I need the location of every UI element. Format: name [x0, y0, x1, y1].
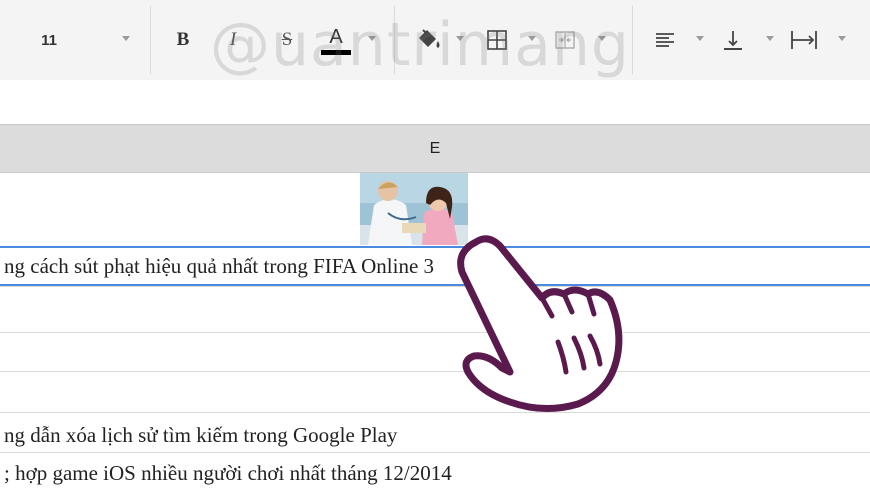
borders-icon	[487, 30, 507, 50]
font-size-value: 11	[41, 31, 57, 49]
text-color-swatch	[321, 49, 351, 55]
table-row[interactable]: ng dẫn xóa lịch sử tìm kiếm trong Google…	[0, 413, 870, 453]
merge-cells-button[interactable]	[548, 22, 582, 58]
cell-text: ; hợp game iOS nhiều người chơi nhất thá…	[4, 461, 452, 485]
horizontal-align-button[interactable]	[648, 22, 682, 58]
vertical-align-caret-icon[interactable]	[766, 36, 774, 41]
borders-caret-icon[interactable]	[528, 36, 536, 41]
italic-label: I	[229, 29, 237, 50]
toolbar-separator	[394, 6, 395, 74]
fill-color-caret-icon[interactable]	[456, 36, 464, 41]
vertical-align-button[interactable]	[716, 22, 750, 58]
align-left-icon	[656, 33, 674, 47]
toolbar-separator	[632, 6, 633, 74]
column-header-label: E	[429, 139, 441, 157]
font-size-caret-icon[interactable]	[122, 36, 130, 41]
horizontal-align-caret-icon[interactable]	[696, 36, 704, 41]
table-row[interactable]	[0, 287, 870, 333]
selected-row-highlight	[0, 246, 870, 286]
blank-area	[0, 80, 870, 124]
merge-cells-icon	[555, 31, 575, 49]
cell-text: ng dẫn xóa lịch sử tìm kiếm trong Google…	[4, 423, 398, 447]
merge-cells-caret-icon[interactable]	[598, 36, 606, 41]
font-size-select[interactable]: 11	[34, 22, 64, 58]
pointing-hand-icon	[457, 235, 623, 413]
table-row[interactable]	[0, 333, 870, 372]
text-color-caret-icon[interactable]	[368, 36, 376, 41]
fill-color-icon	[419, 29, 440, 48]
text-wrapping-caret-icon[interactable]	[838, 36, 846, 41]
toolbar-separator	[150, 6, 151, 74]
table-row[interactable]	[0, 372, 870, 413]
strikethrough-button[interactable]: S	[272, 22, 302, 58]
text-color-button[interactable]: A	[316, 22, 356, 58]
strikethrough-label: S	[281, 29, 293, 50]
formatting-toolbar: 11 B I S A	[0, 0, 870, 81]
text-wrapping-button[interactable]	[786, 22, 822, 58]
borders-button[interactable]	[480, 22, 514, 58]
column-header-e[interactable]: E	[0, 124, 870, 173]
vertical-align-bottom-icon	[724, 31, 742, 50]
text-color-label: A	[329, 25, 343, 48]
bold-label: B	[176, 29, 190, 50]
text-wrap-icon	[791, 31, 817, 49]
table-row[interactable]: ; hợp game iOS nhiều người chơi nhất thá…	[0, 453, 870, 489]
bold-button[interactable]: B	[166, 22, 200, 58]
fill-color-button[interactable]	[410, 22, 446, 58]
italic-button[interactable]: I	[218, 22, 248, 58]
